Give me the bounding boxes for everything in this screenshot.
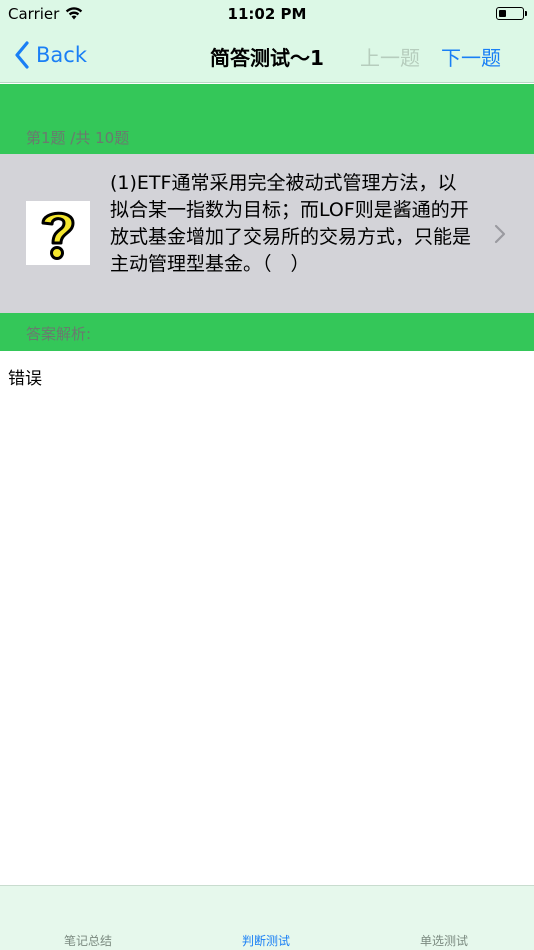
answer-label: 答案解析: [26,325,92,343]
tab-single-choice-test[interactable]: 单选测试 [384,932,504,949]
tab-notes-summary[interactable]: 笔记总结 [28,932,148,949]
chevron-left-icon [15,41,29,69]
question-mark-icon [26,201,90,265]
app-screen: Carrier 11:02 PM Back 简答测试～1 上一题 下一题 第1题… [0,0,534,950]
status-time: 11:02 PM [227,5,307,23]
progress-header: 第1题 /共 10题 [0,84,534,154]
question-text: (1)ETF通常采用完全被动式管理方法，以拟合某一指数为目标；而LOF则是酱通的… [110,172,472,275]
tab-true-false-test[interactable]: 判断测试 [206,932,326,949]
progress-label: 第1题 /共 10题 [26,129,130,147]
back-button-label: Back [36,43,87,67]
answer-header: 答案解析: [0,313,534,351]
back-button[interactable]: Back [14,38,87,72]
page-title: 简答测试～1 [210,46,324,70]
next-question-button[interactable]: 下一题 [441,42,501,71]
answer-text: 错误 [8,369,42,389]
battery-icon [496,7,527,20]
chevron-right-icon [494,224,506,244]
previous-question-button[interactable]: 上一题 [360,42,420,71]
navigation-bar: Back 简答测试～1 上一题 下一题 [0,28,534,83]
status-bar: Carrier 11:02 PM [0,0,534,28]
tab-bar: 笔记总结 判断测试 单选测试 [0,885,534,950]
